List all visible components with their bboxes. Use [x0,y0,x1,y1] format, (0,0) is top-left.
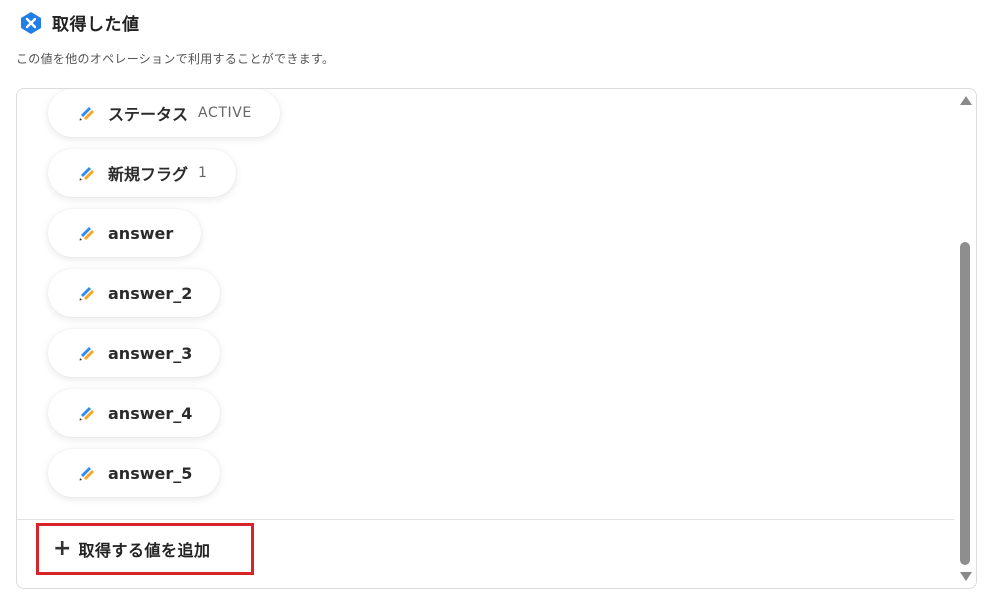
add-value-label: 取得する値を追加 [78,541,211,560]
field-chip-answer[interactable]: answer [48,209,202,257]
page-title: 取得した値 [52,15,140,35]
field-chip-answer-3[interactable]: answer_3 [48,329,221,377]
scrollbar-thumb[interactable] [960,242,970,565]
pencil-stripes-icon [78,284,96,302]
field-label: ステータス [108,105,189,124]
pencil-stripes-icon [78,464,96,482]
field-chip-status[interactable]: ステータス ACTIVE [48,89,280,137]
field-value: ACTIVE [198,105,252,121]
page-subtitle: この値を他のオペレーションで利用することができます。 [16,52,335,66]
pencil-stripes-icon [78,344,96,362]
field-label: answer_2 [108,283,193,303]
x-hexagon-icon [19,11,43,35]
vertical-scrollbar[interactable] [956,89,976,588]
pencil-stripes-icon [78,224,96,242]
field-chip-answer-4[interactable]: answer_4 [48,389,221,437]
field-label: 新規フラグ [108,165,189,184]
field-label: answer_5 [108,463,193,483]
list-divider [17,519,954,520]
values-panel: ステータス ACTIVE 新規フラグ 1 answer answer_2 ans… [16,88,977,589]
field-label: answer [108,223,174,243]
scroll-up-arrow-icon[interactable] [960,96,972,105]
field-label: answer_4 [108,403,193,423]
pencil-stripes-icon [78,164,96,182]
field-value: 1 [198,165,208,181]
header: 取得した値 [19,10,140,35]
pencil-stripes-icon [78,104,96,122]
field-list[interactable]: ステータス ACTIVE 新規フラグ 1 answer answer_2 ans… [17,89,954,519]
field-label: answer_3 [108,343,193,363]
add-value-button[interactable]: + 取得する値を追加 [36,523,254,575]
plus-icon: + [53,536,72,561]
field-chip-answer-2[interactable]: answer_2 [48,269,221,317]
scroll-down-arrow-icon[interactable] [960,572,972,581]
pencil-stripes-icon [78,404,96,422]
field-chip-new-flag[interactable]: 新規フラグ 1 [48,149,236,197]
field-chip-answer-5[interactable]: answer_5 [48,449,221,497]
